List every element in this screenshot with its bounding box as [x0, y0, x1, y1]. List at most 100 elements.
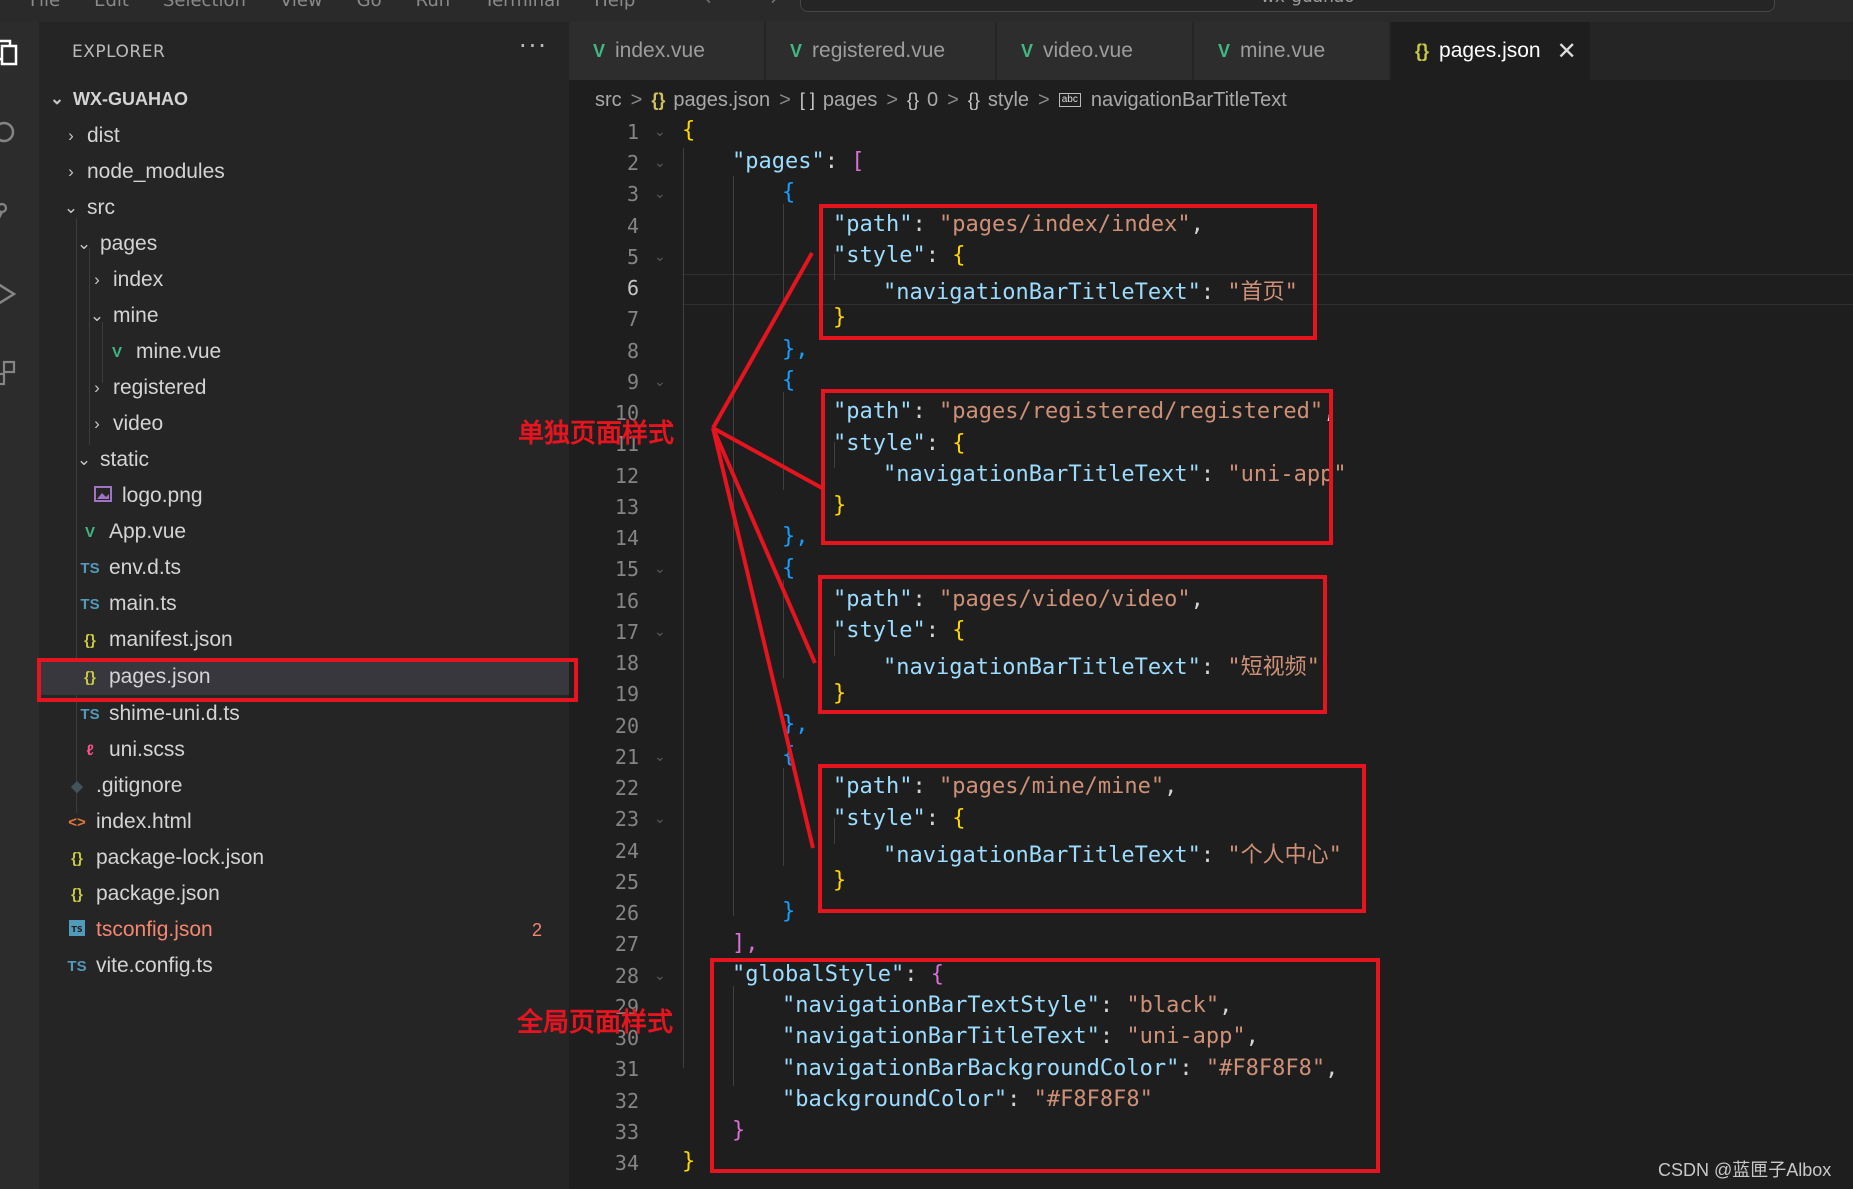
tree-item-gitignore[interactable]: ◆ .gitignore [39, 768, 569, 804]
fold-chevron-icon[interactable]: ⌄ [654, 124, 666, 140]
fold-chevron-icon[interactable]: ⌄ [654, 811, 666, 827]
run-debug-icon[interactable] [0, 280, 20, 308]
tree-item-uni-scss[interactable]: ℓ uni.scss [39, 732, 569, 768]
tree-item-index[interactable]: › index [39, 262, 569, 298]
string-icon: abc [1058, 93, 1081, 107]
tree-item-registered[interactable]: › registered [39, 370, 569, 406]
annotation-single-page-style: 单独页面样式 [518, 419, 675, 449]
menu-help[interactable]: Help [594, 0, 635, 11]
menu-edit[interactable]: Edit [94, 0, 129, 11]
tree-item-static[interactable]: ⌄ static [39, 442, 569, 478]
breadcrumb-item[interactable]: pages [823, 89, 878, 112]
line-number: 20 [614, 714, 639, 738]
chevron-down-icon: ⌄ [49, 89, 65, 108]
line-number: 7 [626, 307, 639, 331]
tab-video-vue[interactable]: V video.vue [997, 22, 1193, 80]
tab-index-vue[interactable]: V index.vue [569, 22, 765, 80]
watermark: CSDN @蓝匣子Albox [1658, 1160, 1832, 1180]
fold-chevron-icon[interactable]: ⌄ [654, 186, 666, 202]
tree-item-logo-png[interactable]: logo.png [39, 478, 569, 514]
more-actions-icon[interactable]: ··· [519, 32, 548, 60]
line-number: 9 [626, 370, 639, 394]
tree-item-manifest-json[interactable]: {} manifest.json [39, 622, 569, 658]
menu-view[interactable]: View [280, 0, 323, 11]
menu-selection[interactable]: Selection [163, 0, 246, 11]
breadcrumb-item[interactable]: navigationBarTitleText [1091, 89, 1287, 112]
tree-label: mine [113, 304, 159, 327]
scss-file-icon: ℓ [86, 741, 94, 759]
chevron-down-icon: ⌄ [63, 198, 79, 217]
extensions-icon[interactable] [0, 360, 20, 388]
tree-item-env-d-ts[interactable]: TS env.d.ts [39, 550, 569, 586]
breadcrumb-item[interactable]: src [595, 89, 622, 112]
tree-label: package-lock.json [96, 846, 265, 869]
tree-item-index-html[interactable]: <> index.html [39, 804, 569, 840]
fold-chevron-icon[interactable]: ⌄ [654, 561, 666, 577]
svg-text:TS: TS [71, 925, 82, 934]
menu-file[interactable]: File [30, 0, 60, 11]
brace: { [782, 180, 796, 205]
tree-label: dist [87, 124, 120, 147]
menu-go[interactable]: Go [357, 0, 382, 11]
breadcrumb-item[interactable]: 0 [927, 89, 938, 112]
fold-chevron-icon[interactable]: ⌄ [654, 624, 666, 640]
breadcrumb-item[interactable]: pages.json [673, 89, 770, 112]
line-number: 19 [614, 682, 639, 706]
line-number: 2 [626, 151, 639, 175]
annotation-global-page-style: 全局页面样式 [517, 1008, 674, 1038]
fold-chevron-icon[interactable]: ⌄ [654, 374, 666, 390]
fold-chevron-icon[interactable]: ⌄ [654, 155, 666, 171]
nav-arrows[interactable]: ← → [705, 0, 795, 10]
brace: { [782, 743, 796, 768]
menu-terminal[interactable]: Terminal [484, 0, 560, 11]
line-number: 34 [614, 1151, 639, 1175]
tab-registered-vue[interactable]: V registered.vue [766, 22, 996, 80]
tree-item-mine-vue[interactable]: V mine.vue [39, 334, 569, 370]
tree-item-node-modules[interactable]: › node_modules [39, 154, 569, 190]
highlight-box-video-page [818, 575, 1327, 714]
tab-mine-vue[interactable]: V mine.vue [1194, 22, 1390, 80]
menu-run[interactable]: Run [416, 0, 451, 11]
indent-guide [783, 580, 784, 678]
explorer-icon[interactable] [0, 38, 20, 66]
tree-label: node_modules [87, 160, 225, 183]
tree-item-main-ts[interactable]: TS main.ts [39, 586, 569, 622]
tab-label: video.vue [1043, 39, 1133, 62]
command-center[interactable]: wx-guahao [800, 0, 1775, 12]
code-line-34: } [682, 1149, 695, 1174]
line-number: 6 [626, 276, 639, 300]
code-line-8: }, [782, 337, 809, 362]
search-icon[interactable] [0, 120, 20, 148]
tree-item-mine[interactable]: ⌄ mine [39, 298, 569, 334]
vue-file-icon: V [790, 40, 803, 61]
tree-label: WX-GUAHAO [73, 88, 188, 109]
typescript-file-icon: TS [67, 957, 87, 975]
tab-label: pages.json [1439, 39, 1541, 62]
tree-item-tsconfig-json[interactable]: TS tsconfig.json 2 [39, 912, 569, 948]
tree-item-app-vue[interactable]: V App.vue [39, 514, 569, 550]
tree-item-src[interactable]: ⌄ src [39, 190, 569, 226]
tree-item-vite-config-ts[interactable]: TS vite.config.ts [39, 948, 569, 984]
tree-item-video[interactable]: › video [39, 406, 569, 442]
tree-item-package-lock-json[interactable]: {} package-lock.json [39, 840, 569, 876]
line-number: 31 [614, 1057, 639, 1081]
fold-chevron-icon[interactable]: ⌄ [654, 249, 666, 265]
tree-label: mine.vue [136, 340, 222, 363]
chevron-right-icon: › [68, 126, 74, 145]
tree-label: env.d.ts [109, 556, 181, 579]
tree-item-dist[interactable]: › dist [39, 118, 569, 154]
tree-label: .gitignore [96, 774, 183, 797]
fold-chevron-icon[interactable]: ⌄ [654, 749, 666, 765]
tree-item-pages[interactable]: ⌄ pages [39, 226, 569, 262]
tab-pages-json[interactable]: {} pages.json ✕ [1391, 22, 1591, 80]
tree-root-wx-guahao[interactable]: ⌄ WX-GUAHAO [39, 81, 569, 117]
tree-label: logo.png [122, 484, 203, 507]
vue-file-icon: V [84, 523, 95, 541]
fold-chevron-icon[interactable]: ⌄ [654, 968, 666, 984]
close-icon[interactable]: ✕ [1557, 37, 1577, 66]
breadcrumb-item[interactable]: style [988, 89, 1029, 112]
source-control-icon[interactable] [0, 200, 20, 228]
image-file-icon [91, 486, 115, 506]
tree-item-package-json[interactable]: {} package.json [39, 876, 569, 912]
code-line-9: { [782, 368, 795, 393]
